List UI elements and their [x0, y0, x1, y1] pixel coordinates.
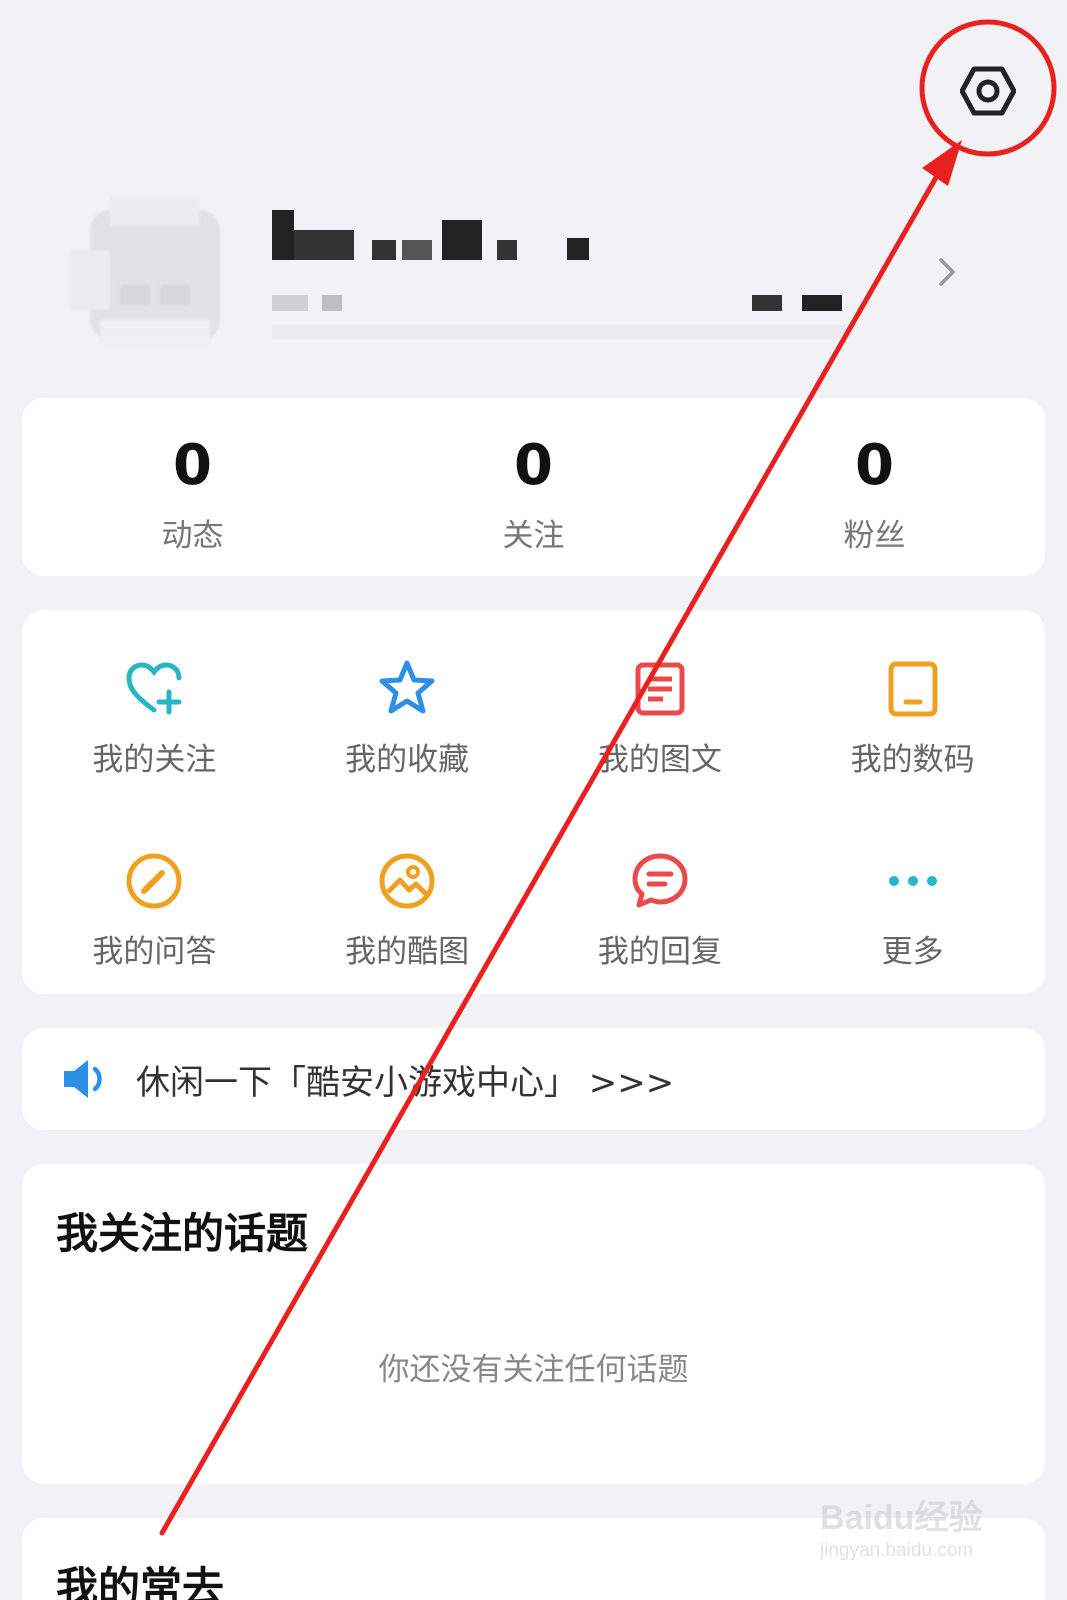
- profile-header[interactable]: [0, 180, 1067, 370]
- grid-label: 更多: [881, 934, 944, 970]
- grid-label: 我的酷图: [345, 934, 470, 970]
- grid-label: 我的图文: [597, 742, 722, 778]
- grid-item-my-follows[interactable]: 我的关注: [28, 610, 281, 802]
- article-icon: [635, 662, 685, 716]
- stat-label: 关注: [502, 518, 565, 554]
- stat-label: 粉丝: [843, 518, 906, 554]
- followed-topics-card: 我关注的话题 你还没有关注任何话题: [22, 1164, 1045, 1484]
- star-icon: [379, 660, 435, 714]
- watermark-url: jingyan.baidu.com: [820, 1540, 974, 1561]
- section-title: 我的常去: [56, 1563, 225, 1600]
- profile-subtitle-redacted: [272, 295, 852, 339]
- tablet-icon: [888, 661, 938, 717]
- grid-item-my-pictures[interactable]: 我的酷图: [281, 802, 534, 994]
- grid-item-my-articles[interactable]: 我的图文: [534, 610, 787, 802]
- grid-label: 我的关注: [92, 742, 217, 778]
- settings-hexagon-icon: [960, 66, 1016, 116]
- stat-posts[interactable]: 0 动态: [22, 398, 363, 576]
- stat-value: 0: [173, 433, 212, 498]
- banner-text: 休闲一下「酷安小游戏中心」 >>>: [136, 1062, 675, 1103]
- grid-label: 我的问答: [92, 934, 217, 970]
- chevron-right-icon: [939, 258, 955, 286]
- stat-following[interactable]: 0 关注: [363, 398, 704, 576]
- username-redacted: [272, 210, 589, 260]
- grid-item-my-digital[interactable]: 我的数码: [786, 610, 1039, 802]
- pencil-circle-icon: [126, 853, 182, 909]
- heart-plus-icon: [126, 662, 182, 715]
- grid-label: 我的回复: [597, 934, 722, 970]
- watermark: Baidu经验 jingyan.baidu.com: [812, 1476, 1012, 1576]
- stats-card: 0 动态 0 关注 0 粉丝: [22, 398, 1045, 576]
- stat-value: 0: [855, 433, 894, 498]
- watermark-brand: Baidu经验: [820, 1499, 983, 1537]
- stat-value: 0: [514, 433, 553, 498]
- grid-item-my-qa[interactable]: 我的问答: [28, 802, 281, 994]
- section-title: 我关注的话题: [56, 1209, 309, 1258]
- game-center-banner[interactable]: 休闲一下「酷安小游戏中心」 >>>: [22, 1028, 1045, 1130]
- avatar: [70, 196, 220, 345]
- image-circle-icon: [379, 853, 435, 909]
- grid-item-more[interactable]: 更多: [786, 802, 1039, 994]
- comment-icon: [632, 853, 688, 908]
- stat-label: 动态: [161, 518, 224, 554]
- grid-item-my-replies[interactable]: 我的回复: [534, 802, 787, 994]
- empty-hint: 你还没有关注任何话题: [378, 1352, 689, 1388]
- feature-grid: 我的关注 我的收藏 我的图文 我的数码 我的问答 我的酷图 我的回复 更多: [22, 610, 1045, 994]
- grid-label: 我的数码: [850, 742, 975, 778]
- more-dots-icon: [888, 876, 937, 886]
- settings-button[interactable]: [952, 62, 1024, 120]
- grid-item-my-favorites[interactable]: 我的收藏: [281, 610, 534, 802]
- speaker-icon: [64, 1060, 102, 1098]
- stat-fans[interactable]: 0 粉丝: [704, 398, 1045, 576]
- grid-label: 我的收藏: [345, 742, 470, 778]
